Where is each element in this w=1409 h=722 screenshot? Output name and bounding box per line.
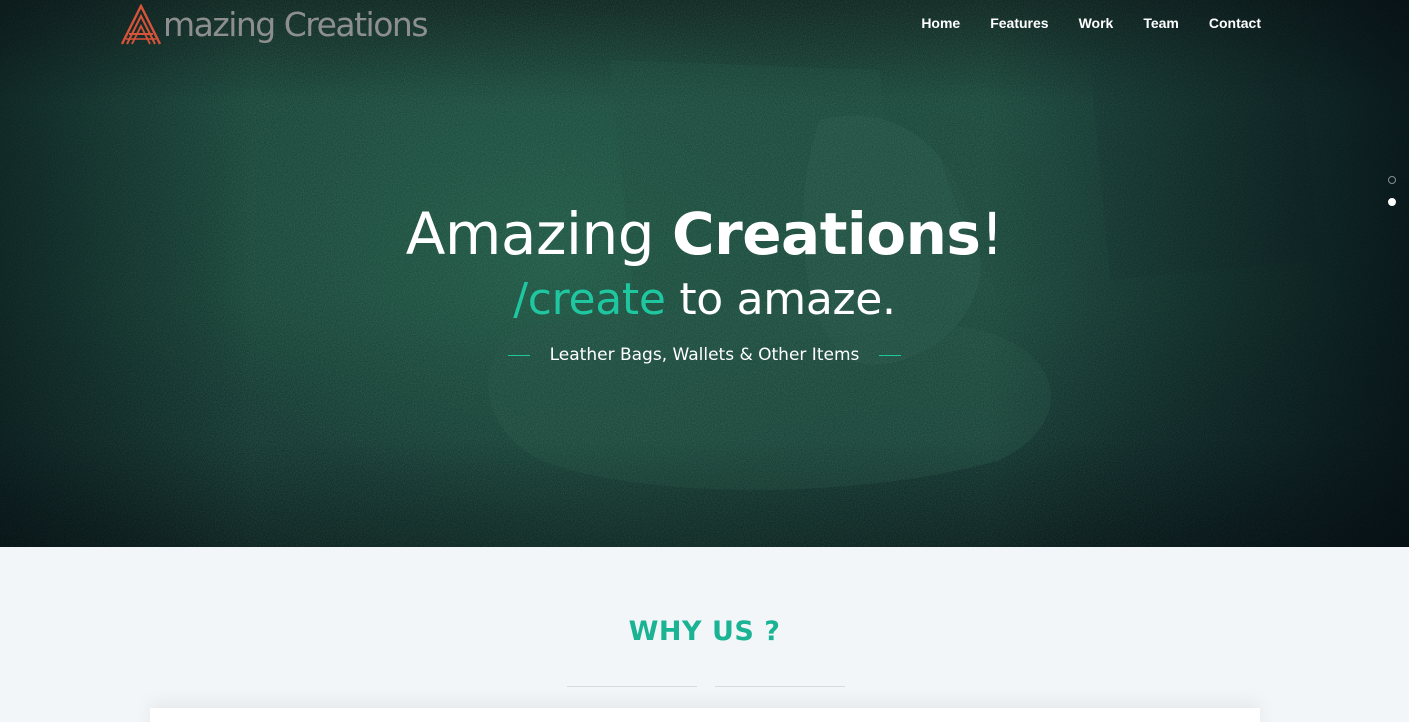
nav-item-features[interactable]: Features — [990, 14, 1048, 32]
brand-logo[interactable]: mazing Creations — [120, 0, 429, 46]
why-us-card — [150, 708, 1260, 722]
page: mazing Creations Home Features Work Team… — [0, 0, 1409, 722]
slider-dot-1[interactable] — [1388, 176, 1396, 184]
hero-section: mazing Creations Home Features Work Team… — [0, 0, 1409, 547]
hero-subtitle-accent: /create — [513, 274, 666, 325]
why-divider-left — [567, 686, 697, 687]
tagline-dash-right — [879, 354, 902, 356]
nav-item-contact[interactable]: Contact — [1209, 14, 1261, 32]
hero-title-light: Amazing — [405, 200, 673, 268]
hero-tagline: Leather Bags, Wallets & Other Items — [0, 343, 1409, 367]
hero-subtitle-rest: to amaze. — [665, 274, 896, 325]
hero-title-bold: Creations — [672, 200, 981, 268]
hero-title: Amazing Creations! — [0, 196, 1409, 272]
why-us-title: WHY US ? — [628, 616, 781, 647]
logo-text: mazing Creations — [163, 5, 429, 44]
hero-subtitle: /create to amaze. — [0, 272, 1409, 328]
logo-a-icon — [120, 4, 162, 45]
hero-title-end: ! — [980, 200, 1004, 268]
nav-item-work[interactable]: Work — [1079, 14, 1114, 32]
tagline-text: Leather Bags, Wallets & Other Items — [549, 345, 860, 365]
why-divider-right — [715, 686, 845, 687]
main-nav: Home Features Work Team Contact — [891, 14, 1261, 32]
nav-item-team[interactable]: Team — [1143, 14, 1179, 32]
nav-item-home[interactable]: Home — [921, 14, 960, 32]
tagline-dash-left — [507, 354, 530, 356]
